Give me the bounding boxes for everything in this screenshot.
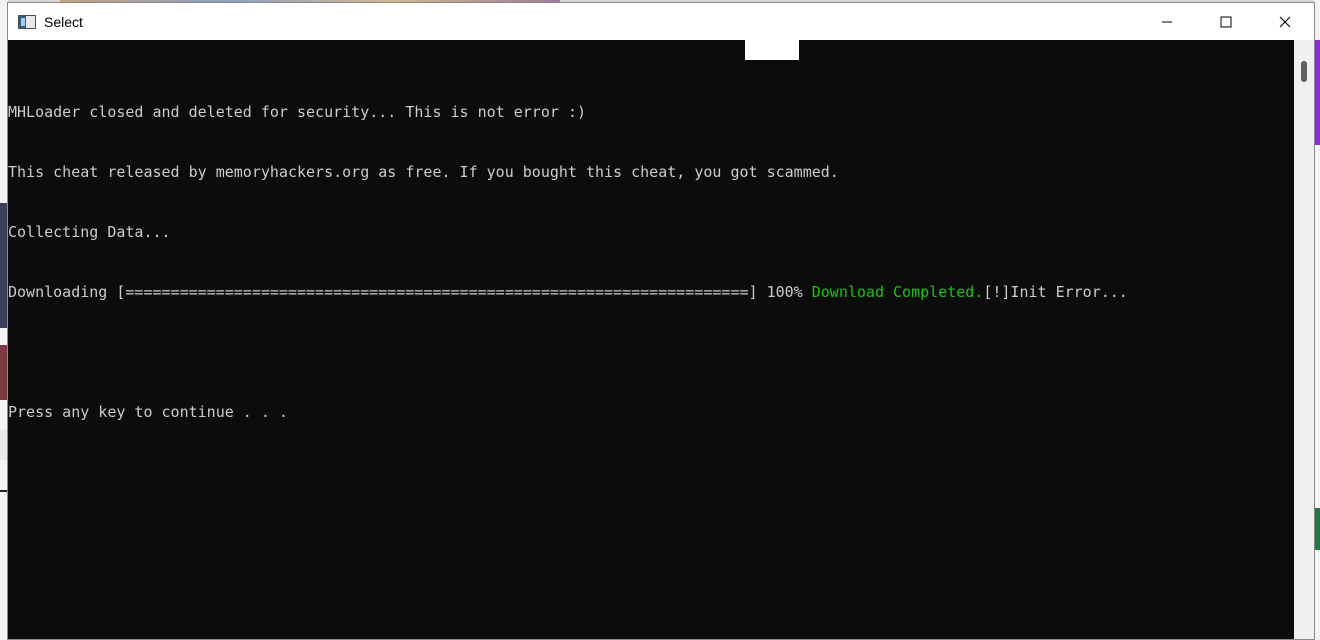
- minimize-icon: [1161, 21, 1172, 22]
- console-line-3: Collecting Data...: [8, 223, 171, 241]
- maximize-button[interactable]: [1196, 3, 1255, 40]
- maximize-icon: [1220, 16, 1231, 27]
- scrollbar-thumb[interactable]: [1301, 61, 1307, 82]
- close-icon: [1279, 16, 1290, 27]
- console-prompt-line: Press any key to continue . . .: [8, 403, 288, 421]
- console-app-icon[interactable]: [18, 14, 36, 29]
- minimize-button[interactable]: [1137, 3, 1196, 40]
- console-window: Select MHLoader closed and deleted for s…: [7, 2, 1315, 640]
- console-output[interactable]: MHLoader closed and deleted for security…: [8, 40, 1294, 639]
- window-controls: [1137, 3, 1314, 40]
- selection-highlight: [745, 40, 799, 60]
- download-completed-text: Download Completed.: [811, 283, 984, 301]
- init-error-text: [!]Init Error...: [983, 283, 1128, 301]
- close-button[interactable]: [1255, 3, 1314, 40]
- console-line-1: MHLoader closed and deleted for security…: [8, 103, 586, 121]
- download-progress-text: Downloading [===========================…: [8, 283, 812, 301]
- console-line-2: This cheat released by memoryhackers.org…: [8, 163, 839, 181]
- window-title: Select: [44, 13, 83, 30]
- console-download-line: Downloading [===========================…: [8, 282, 1294, 302]
- title-bar[interactable]: Select: [8, 3, 1314, 40]
- vertical-scrollbar[interactable]: [1294, 40, 1314, 639]
